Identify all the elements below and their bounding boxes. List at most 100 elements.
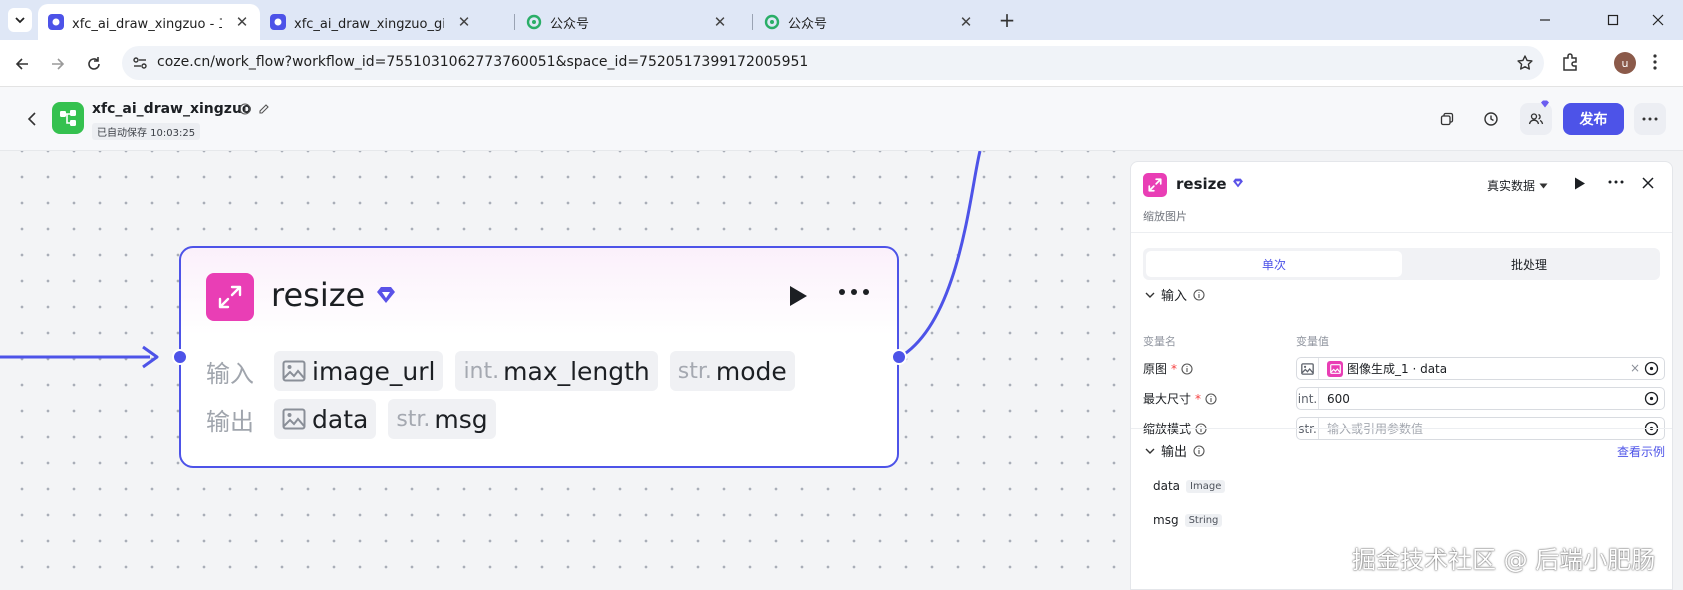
chip-type: str. [677, 358, 712, 384]
param-label: 最大尺寸 [1143, 392, 1192, 406]
info-icon[interactable] [1193, 444, 1205, 457]
maximize-button[interactable] [1588, 0, 1638, 40]
node-output-chip: data [274, 399, 377, 439]
info-icon[interactable] [1205, 392, 1217, 405]
more-dots-icon[interactable] [838, 288, 870, 296]
node-input-chip: image_url [274, 351, 444, 391]
settings-circle-icon[interactable] [1644, 361, 1659, 376]
diamond-icon [377, 287, 395, 303]
copy-button[interactable] [1431, 103, 1463, 135]
tab-single[interactable]: 单次 [1146, 251, 1402, 277]
browser-tab-2[interactable]: xfc_ai_draw_xingzuo_gif - 工作 ✕ [260, 4, 482, 40]
puzzle-icon [1563, 53, 1577, 71]
required-mark: * [1171, 361, 1178, 376]
node-input-chip: str. mode [669, 351, 795, 391]
workflow-logo [52, 102, 84, 134]
close-icon[interactable]: ✕ [958, 13, 974, 31]
chevron-down-icon [1145, 448, 1155, 454]
info-icon[interactable] [239, 103, 251, 115]
tab-title: 公众号 [788, 16, 828, 32]
autosave-status: 已自动保存 10:03:25 [92, 123, 201, 140]
close-icon [1652, 14, 1664, 26]
clear-icon[interactable]: × [1630, 361, 1640, 375]
workflow-name: xfc_ai_draw_xingzuo [92, 101, 252, 117]
chip-name: mode [715, 356, 787, 386]
site-settings-icon[interactable] [132, 55, 148, 71]
browser-tab-strip: xfc_ai_draw_xingzuo - 工作流 ✕ xfc_ai_draw_… [0, 0, 1683, 40]
panel-subtitle: 缩放图片 [1143, 210, 1187, 223]
extensions-button[interactable] [1560, 52, 1580, 76]
node-input-label: 输入 [206, 359, 254, 388]
output-var-name: data [1153, 479, 1181, 493]
close-icon[interactable]: ✕ [234, 13, 250, 31]
forward-button[interactable] [46, 52, 70, 76]
node-output-row: 输出 data str. msg [206, 399, 496, 439]
output-section-title: 输出 [1161, 445, 1188, 460]
data-source-value: 真实数据 [1487, 179, 1536, 193]
input-section-header[interactable]: 输入 [1145, 285, 1205, 304]
more-dots-icon[interactable] [1608, 180, 1624, 184]
close-icon[interactable]: ✕ [456, 13, 472, 31]
divider [1131, 428, 1672, 429]
browser-toolbar: coze.cn/work_flow?workflow_id=7551031062… [0, 40, 1683, 87]
close-icon[interactable]: ✕ [712, 13, 728, 31]
browser-tab-4[interactable]: 公众号 ✕ [754, 4, 984, 40]
maximize-icon [1607, 14, 1619, 26]
history-clock-icon [1484, 112, 1498, 126]
input-port[interactable] [172, 349, 188, 365]
back-button[interactable] [22, 107, 42, 131]
image-gen-node-icon [1327, 360, 1343, 377]
resize-node-icon [206, 273, 254, 321]
chip-name: image_url [312, 356, 436, 386]
more-button[interactable] [1634, 103, 1666, 135]
tab-title: 公众号 [550, 16, 590, 32]
close-icon[interactable] [1641, 176, 1655, 190]
profile-avatar[interactable]: u [1614, 52, 1636, 74]
history-button[interactable] [1475, 103, 1507, 135]
chevron-down-icon [15, 17, 25, 24]
back-button[interactable] [10, 52, 34, 76]
publish-button[interactable]: 发布 [1563, 103, 1624, 135]
info-icon[interactable] [1193, 288, 1205, 301]
output-section-header[interactable]: 输出 [1145, 441, 1205, 460]
image-icon [282, 360, 306, 382]
tab-search-button[interactable] [8, 8, 32, 32]
address-bar[interactable]: coze.cn/work_flow?workflow_id=7551031062… [122, 46, 1544, 80]
settings-circle-icon[interactable] [1644, 391, 1659, 406]
play-icon[interactable] [787, 284, 809, 308]
param-type [1297, 358, 1319, 379]
chip-name: max_length [503, 356, 650, 386]
info-icon[interactable] [1181, 362, 1193, 375]
resize-node[interactable]: resize 输入 image_url int. max_length str.… [179, 246, 899, 468]
param-value-field[interactable]: int. 600 [1296, 387, 1665, 410]
output-port[interactable] [891, 349, 907, 365]
outgoing-edge [899, 151, 982, 359]
new-tab-button[interactable]: + [995, 8, 1019, 32]
copy-icon [1440, 112, 1454, 126]
tab-batch[interactable]: 批处理 [1401, 251, 1657, 277]
workflow-canvas[interactable]: resize 输入 image_url int. max_length str.… [0, 151, 1130, 590]
data-source-select[interactable]: 真实数据 [1487, 177, 1548, 194]
browser-tab-3[interactable]: 公众号 ✕ [516, 4, 738, 40]
tab-separator [514, 14, 515, 30]
node-output-label: 输出 [206, 407, 254, 436]
chip-type: int. [463, 358, 500, 384]
watermark: 掘金技术社区 @ 后端小肥肠 [1352, 546, 1656, 574]
browser-menu-button[interactable] [1652, 52, 1658, 76]
reload-button[interactable] [82, 52, 106, 76]
minimize-button[interactable] [1520, 0, 1570, 40]
image-icon [1301, 362, 1314, 375]
browser-tab-1[interactable]: xfc_ai_draw_xingzuo - 工作流 ✕ [38, 4, 260, 40]
coze-icon [270, 14, 286, 30]
edit-icon[interactable] [258, 103, 270, 115]
diamond-icon [1233, 178, 1243, 188]
node-config-panel: resize 缩放图片 真实数据 单次 批处理 输入 变量名 变量值 原图 * 图… [1130, 161, 1673, 590]
bookmark-star-icon[interactable] [1516, 54, 1534, 72]
output-var-type: Image [1186, 479, 1226, 493]
window-close-button[interactable] [1633, 0, 1683, 40]
see-example-link[interactable]: 查看示例 [1617, 443, 1665, 460]
users-icon [1528, 113, 1544, 125]
param-value-field[interactable]: 图像生成_1 · data × [1296, 357, 1665, 380]
col-header-value: 变量值 [1296, 335, 1329, 348]
play-icon[interactable] [1574, 177, 1586, 190]
